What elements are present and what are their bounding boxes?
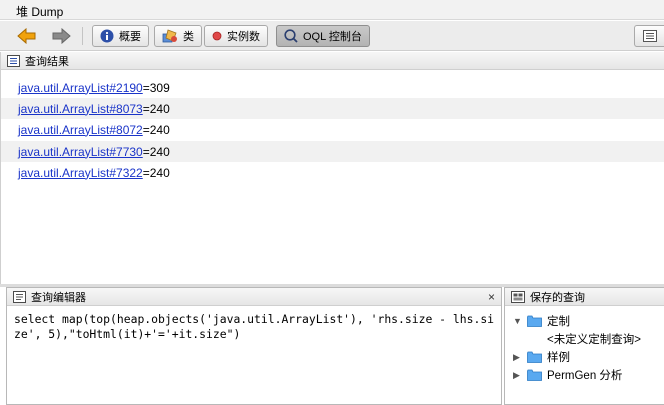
summary-label: 概要 bbox=[119, 31, 141, 43]
folder-icon bbox=[527, 351, 542, 363]
panel-layout-icon bbox=[642, 30, 657, 42]
saved-queries-panel: 保存的查询 ▼ 定制 <未定义定制查询> ▶ 样例 ▶ PermGen 分析 bbox=[504, 287, 664, 405]
folder-icon bbox=[527, 315, 542, 327]
classes-button[interactable]: 类 bbox=[154, 25, 202, 47]
oql-console-icon bbox=[284, 29, 298, 43]
tree-item-label: 定制 bbox=[547, 316, 570, 328]
query-results-header: 查询结果 bbox=[1, 52, 664, 70]
tree-item-undefined-custom-query[interactable]: <未定义定制查询> bbox=[547, 330, 641, 348]
tree-item-samples[interactable]: ▶ 样例 bbox=[513, 348, 570, 366]
query-editor-title: 查询编辑器 bbox=[31, 291, 86, 304]
result-row: java.util.ArrayList#8073 =240 bbox=[1, 98, 664, 119]
result-link[interactable]: java.util.ArrayList#7322 bbox=[18, 166, 143, 180]
toolbar-separator bbox=[82, 27, 83, 45]
saved-queries-title: 保存的查询 bbox=[530, 291, 585, 304]
folder-icon bbox=[527, 369, 542, 381]
result-row: java.util.ArrayList#2190 =309 bbox=[1, 77, 664, 98]
result-row: java.util.ArrayList#7730 =240 bbox=[1, 141, 664, 162]
instance-dot-icon bbox=[212, 31, 222, 41]
tree-item-label: 样例 bbox=[547, 352, 570, 364]
forward-button[interactable] bbox=[50, 26, 72, 46]
expanded-triangle-icon[interactable]: ▼ bbox=[513, 316, 527, 326]
tree-item-label: <未定义定制查询> bbox=[547, 334, 641, 346]
result-value: =240 bbox=[142, 122, 170, 137]
result-value: =240 bbox=[142, 144, 170, 159]
window-titlebar: 堆 Dump bbox=[0, 0, 664, 20]
query-results-panel: 查询结果 java.util.ArrayList#2190 =309 java.u… bbox=[0, 52, 664, 284]
back-arrow-icon bbox=[17, 28, 36, 44]
result-value: =240 bbox=[142, 165, 170, 180]
query-editor-panel: 查询编辑器 × select map(top(heap.objects('jav… bbox=[6, 287, 502, 405]
classes-icon bbox=[162, 29, 178, 43]
forward-arrow-icon bbox=[52, 28, 71, 44]
summary-button[interactable]: 概要 bbox=[92, 25, 149, 47]
back-button[interactable] bbox=[16, 26, 38, 46]
editor-icon bbox=[13, 290, 26, 303]
result-link[interactable]: java.util.ArrayList#8073 bbox=[18, 102, 143, 116]
saved-queries-icon bbox=[511, 290, 525, 303]
view-toggle-button[interactable] bbox=[634, 25, 664, 47]
classes-label: 类 bbox=[183, 31, 194, 43]
instances-button[interactable]: 实例数 bbox=[204, 25, 268, 47]
close-icon[interactable]: × bbox=[488, 290, 495, 304]
saved-queries-header: 保存的查询 bbox=[505, 288, 664, 306]
result-value: =240 bbox=[142, 101, 170, 116]
tree-item-permgen-analysis[interactable]: ▶ PermGen 分析 bbox=[513, 366, 622, 384]
result-row: java.util.ArrayList#8072 =240 bbox=[1, 119, 664, 140]
toolbar: 概要 类 实例数 OQL 控制台 bbox=[0, 21, 664, 51]
info-icon bbox=[100, 29, 114, 43]
result-link[interactable]: java.util.ArrayList#7730 bbox=[18, 145, 143, 159]
collapsed-triangle-icon[interactable]: ▶ bbox=[513, 352, 527, 363]
result-row: java.util.ArrayList#7322 =240 bbox=[1, 162, 664, 183]
oql-console-button[interactable]: OQL 控制台 bbox=[276, 25, 370, 47]
results-list-icon bbox=[7, 54, 20, 67]
window-title: 堆 Dump bbox=[16, 5, 64, 19]
result-link[interactable]: java.util.ArrayList#2190 bbox=[18, 81, 143, 95]
tree-item-custom[interactable]: ▼ 定制 bbox=[513, 312, 570, 330]
query-editor-header: 查询编辑器 bbox=[7, 288, 501, 306]
query-results-title: 查询结果 bbox=[25, 55, 69, 68]
query-text-area[interactable]: select map(top(heap.objects('java.util.A… bbox=[14, 312, 496, 342]
oql-console-label: OQL 控制台 bbox=[303, 31, 362, 43]
result-value: =309 bbox=[142, 80, 170, 95]
tree-item-label: PermGen 分析 bbox=[547, 370, 623, 382]
collapsed-triangle-icon[interactable]: ▶ bbox=[513, 370, 527, 381]
instances-label: 实例数 bbox=[227, 31, 260, 43]
result-link[interactable]: java.util.ArrayList#8072 bbox=[18, 123, 143, 137]
